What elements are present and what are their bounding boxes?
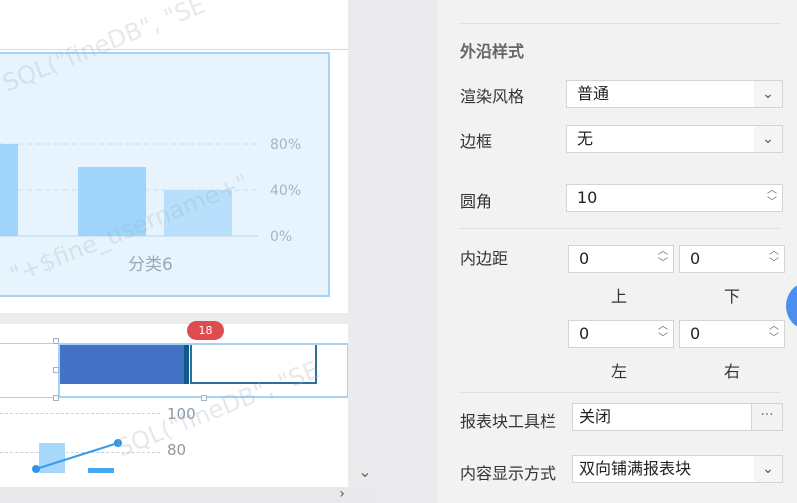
chart-bar (0, 144, 18, 236)
toolbar-setting-field[interactable]: 关闭 ··· (572, 403, 783, 431)
display-mode-label: 内容显示方式 (460, 464, 557, 483)
panel-gutter (377, 0, 438, 503)
y-tick-label: 0% (270, 229, 292, 245)
mini-bar (88, 468, 114, 473)
progress-fill-edge (184, 345, 189, 384)
section-divider (458, 392, 780, 393)
padding-top-input[interactable]: 0 ︿ ﹀ (568, 245, 674, 273)
page-separator (0, 313, 348, 324)
property-panel: 外沿样式 渲染风格 普通 ⌄ 边框 无 ⌄ 圆角 10 ︿ ﹀ 内边距 0 ︿ ﹀ … (438, 0, 797, 503)
chevron-down-icon: ⌄ (358, 462, 372, 481)
spinner-arrows-icon[interactable]: ︿ ﹀ (653, 246, 673, 272)
progress-fill (60, 345, 185, 384)
more-options-button[interactable]: ··· (751, 404, 782, 430)
section-title: 外沿样式 (460, 42, 525, 61)
border-value: 无 (577, 129, 594, 148)
render-style-label: 渲染风格 (460, 87, 525, 106)
padding-bottom-caption: 下 (724, 287, 741, 306)
display-mode-value: 双向铺满报表块 (579, 459, 692, 478)
resize-handle-left[interactable] (53, 367, 59, 373)
padding-bottom-input[interactable]: 0 ︿ ﹀ (679, 245, 785, 273)
chevron-down-icon: ⌄ (754, 126, 782, 152)
padding-left-value: 0 (579, 324, 590, 343)
padding-right-input[interactable]: 0 ︿ ﹀ (679, 320, 785, 348)
border-label: 边框 (460, 132, 493, 151)
padding-right-value: 0 (690, 324, 701, 343)
padding-label: 内边距 (460, 249, 509, 268)
category-label: 分类6 (128, 255, 173, 275)
section-divider (458, 23, 780, 24)
radius-value: 10 (577, 188, 598, 207)
render-style-value: 普通 (577, 84, 610, 103)
report-page: 80% 40% 0% 分类6 18 100 80 SQL("fineDB", "SE … (0, 0, 349, 487)
radius-label: 圆角 (460, 192, 493, 211)
padding-top-value: 0 (579, 249, 590, 268)
spinner-arrows-icon[interactable]: ︿ ﹀ (762, 185, 782, 211)
spinner-arrows-icon[interactable]: ︿ ﹀ (764, 321, 784, 347)
display-mode-select[interactable]: 双向铺满报表块 ⌄ (572, 455, 783, 483)
mini-tick-label: 80 (167, 441, 187, 459)
section-divider (458, 228, 780, 229)
render-style-select[interactable]: 普通 ⌄ (566, 80, 783, 108)
toolbar-value: 关闭 (579, 407, 612, 426)
y-tick-label: 80% (270, 137, 301, 153)
resize-handle-bottom-left[interactable] (53, 395, 59, 401)
y-tick-label: 40% (270, 183, 301, 199)
padding-left-input[interactable]: 0 ︿ ﹀ (568, 320, 674, 348)
spinner-arrows-icon[interactable]: ︿ ﹀ (653, 321, 673, 347)
position-badge: 18 (187, 321, 224, 340)
scroll-down-button[interactable]: ⌄ (355, 462, 375, 482)
chevron-down-icon: ⌄ (754, 81, 782, 107)
padding-top-caption: 上 (611, 287, 628, 306)
radius-input[interactable]: 10 ︿ ﹀ (566, 184, 783, 212)
padding-right-caption: 右 (724, 362, 741, 381)
mini-bar (39, 443, 65, 473)
spinner-arrows-icon[interactable]: ︿ ﹀ (764, 246, 784, 272)
mini-point (32, 465, 40, 473)
chevron-down-icon: ⌄ (754, 456, 782, 482)
border-select[interactable]: 无 ⌄ (566, 125, 783, 153)
resize-handle-top-left[interactable] (53, 338, 59, 344)
padding-bottom-value: 0 (690, 249, 701, 268)
mini-gridline (0, 413, 160, 414)
toolbar-label: 报表块工具栏 (460, 412, 557, 431)
horizontal-scrollbar[interactable] (0, 487, 377, 503)
padding-left-caption: 左 (611, 362, 628, 381)
scroll-right-button[interactable]: › (332, 486, 352, 503)
chevron-right-icon: › (339, 486, 345, 502)
floating-help-button[interactable] (786, 283, 797, 329)
report-canvas: 80% 40% 0% 分类6 18 100 80 SQL("fineDB", "SE … (0, 0, 377, 503)
vertical-scrollbar[interactable] (348, 0, 377, 487)
